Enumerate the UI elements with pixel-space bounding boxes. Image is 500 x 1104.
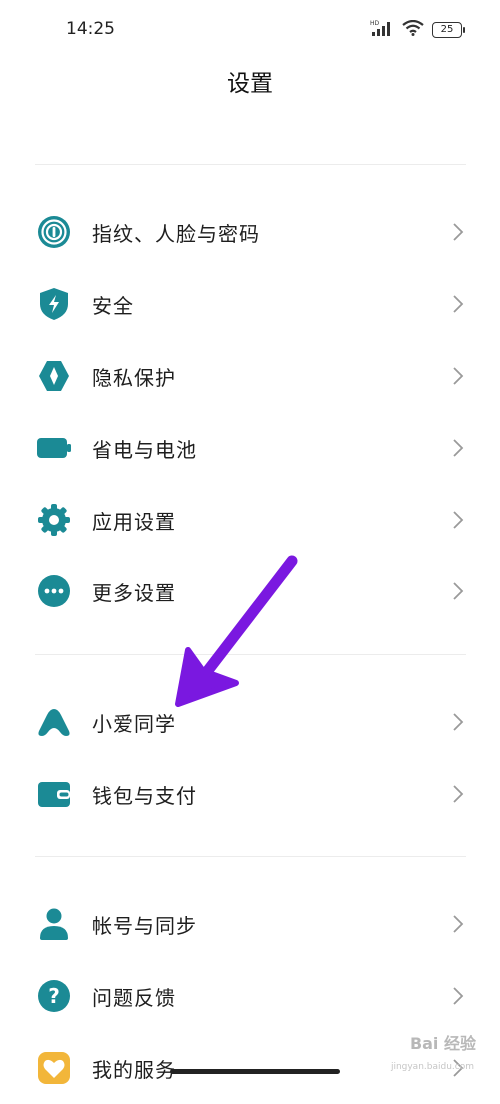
settings-item-battery[interactable]: 省电与电池 <box>0 412 500 484</box>
settings-item-apps[interactable]: 应用设置 <box>0 484 500 556</box>
gear-icon <box>36 502 72 538</box>
section-divider <box>35 164 466 165</box>
settings-item-fingerprint[interactable]: 指纹、人脸与密码 <box>0 196 500 268</box>
settings-item-label: 帐号与同步 <box>92 914 197 938</box>
chevron-right-icon <box>453 511 464 529</box>
chevron-right-icon <box>453 987 464 1005</box>
svg-text:?: ? <box>48 984 60 1008</box>
heart-icon <box>36 1050 72 1086</box>
settings-item-account[interactable]: 帐号与同步 <box>0 888 500 960</box>
settings-item-more[interactable]: 更多设置 <box>0 555 500 627</box>
shield-bolt-icon <box>36 286 72 322</box>
privacy-icon <box>36 358 72 394</box>
settings-item-label: 钱包与支付 <box>92 784 197 808</box>
chevron-right-icon <box>453 223 464 241</box>
settings-item-wallet[interactable]: 钱包与支付 <box>0 758 500 830</box>
settings-item-label: 隐私保护 <box>92 366 176 390</box>
settings-item-label: 指纹、人脸与密码 <box>92 222 260 246</box>
chevron-right-icon <box>453 295 464 313</box>
settings-item-privacy[interactable]: 隐私保护 <box>0 340 500 412</box>
fingerprint-icon <box>36 214 72 250</box>
chevron-right-icon <box>453 582 464 600</box>
watermark-url: jingyan.baidu.com <box>390 1062 474 1072</box>
settings-item-label: 问题反馈 <box>92 986 176 1010</box>
home-indicator[interactable] <box>170 1069 340 1074</box>
chevron-right-icon <box>453 713 464 731</box>
wifi-icon <box>402 19 424 40</box>
chevron-right-icon <box>453 915 464 933</box>
status-icons: HD 25 <box>370 19 465 41</box>
section-divider <box>35 856 466 857</box>
settings-item-label: 安全 <box>92 294 134 318</box>
page-title: 设置 <box>227 71 273 97</box>
chevron-right-icon <box>453 785 464 803</box>
settings-item-label: 小爱同学 <box>92 712 176 736</box>
battery-indicator: 25 <box>432 22 465 38</box>
chevron-right-icon <box>453 439 464 457</box>
section-divider <box>35 654 466 655</box>
question-icon: ? <box>36 978 72 1014</box>
svg-text:HD: HD <box>370 20 380 27</box>
settings-item-label: 省电与电池 <box>92 438 197 462</box>
settings-item-xiaoai[interactable]: 小爱同学 <box>0 686 500 758</box>
settings-item-feedback[interactable]: ? 问题反馈 <box>0 960 500 1032</box>
xiaoai-icon <box>36 704 72 740</box>
status-time: 14:25 <box>66 19 115 39</box>
settings-item-label: 我的服务 <box>92 1058 176 1082</box>
chevron-right-icon <box>453 367 464 385</box>
status-bar: 14:25 HD 25 <box>0 0 500 60</box>
settings-item-security[interactable]: 安全 <box>0 268 500 340</box>
wallet-icon <box>36 776 72 812</box>
person-icon <box>36 906 72 942</box>
watermark: Bai 经验 <box>409 1034 476 1053</box>
signal-icon: HD <box>370 19 394 41</box>
more-dots-icon <box>36 573 72 609</box>
settings-item-label: 更多设置 <box>92 581 176 605</box>
battery-icon <box>36 430 72 466</box>
settings-item-label: 应用设置 <box>92 510 176 534</box>
